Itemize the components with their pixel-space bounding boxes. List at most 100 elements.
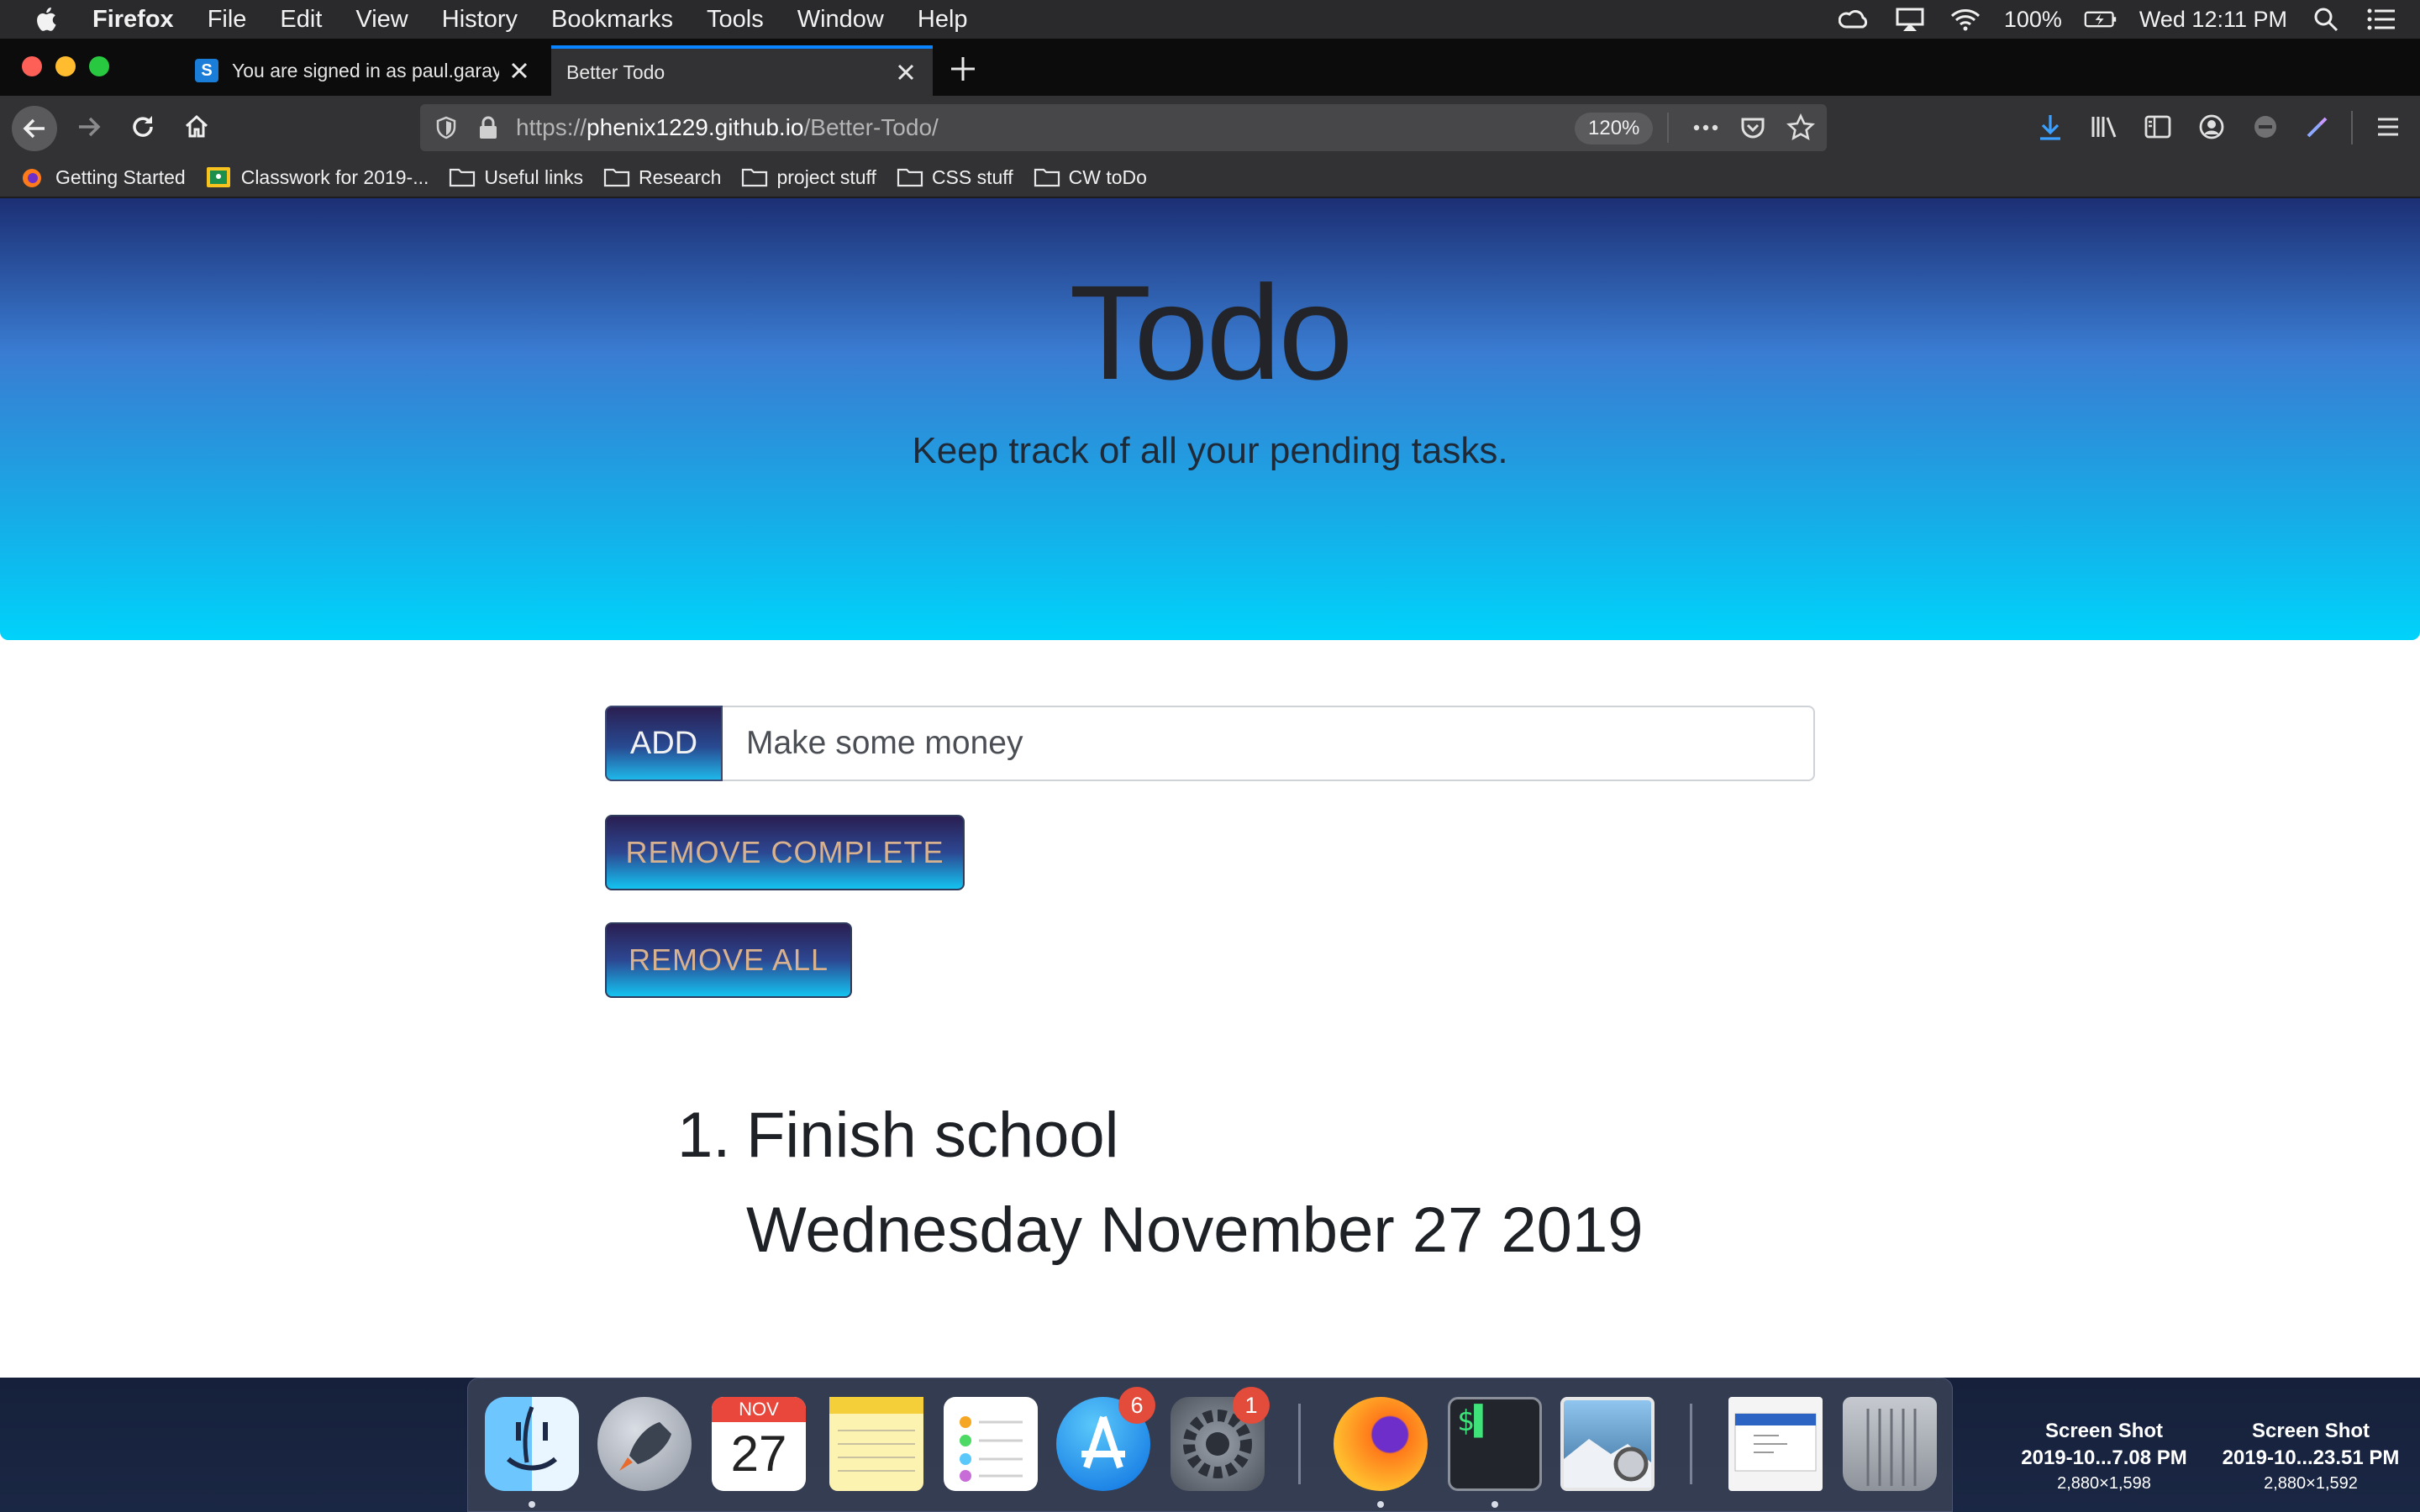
menu-history[interactable]: History — [442, 6, 518, 34]
preview-icon[interactable] — [1560, 1397, 1655, 1491]
window-zoom-button[interactable] — [89, 56, 109, 76]
desktop-file-detail: 2019-10...23.51 PM — [2222, 1446, 2400, 1470]
lock-icon[interactable] — [477, 115, 499, 140]
launchpad-icon[interactable] — [597, 1397, 692, 1491]
bookmark-label: Classwork for 2019-... — [240, 165, 429, 188]
url-text[interactable]: https://phenix1229.github.io/Better-Todo… — [516, 114, 939, 141]
tracking-protection-shield-icon[interactable] — [434, 115, 459, 140]
bookmark-label: Getting Started — [55, 165, 186, 188]
url-domain: phenix1229.github.io — [587, 114, 804, 140]
terminal-icon[interactable]: $▌ — [1448, 1397, 1542, 1491]
folder-icon — [603, 168, 630, 187]
todo-item[interactable]: 1. Finish school Wednesday November 27 2… — [677, 1097, 1854, 1268]
bookmark-folder-cw-todo[interactable]: CW toDo — [1034, 166, 1147, 189]
tab-close-icon[interactable] — [894, 60, 918, 84]
tab-favicon: S — [195, 59, 218, 82]
menu-app-name[interactable]: Firefox — [92, 6, 174, 34]
todo-list: 1. Finish school Wednesday November 27 2… — [677, 1097, 1854, 1268]
navigation-toolbar: https://phenix1229.github.io/Better-Todo… — [0, 96, 2420, 158]
bookmark-classwork[interactable]: Classwork for 2019-... — [206, 166, 429, 189]
url-path: /Better-Todo/ — [803, 114, 939, 140]
menu-tools[interactable]: Tools — [707, 6, 764, 34]
sidebar-icon[interactable] — [2138, 107, 2178, 147]
address-bar[interactable]: https://phenix1229.github.io/Better-Todo… — [420, 104, 1827, 151]
bookmark-label: CW toDo — [1068, 165, 1147, 188]
pocket-icon[interactable] — [1739, 114, 1766, 141]
dock-separator — [1298, 1404, 1301, 1484]
menu-bookmarks[interactable]: Bookmarks — [551, 6, 673, 34]
dock-separator — [1690, 1404, 1692, 1484]
battery-icon[interactable] — [2084, 7, 2118, 32]
downloads-icon[interactable] — [2030, 107, 2070, 147]
bookmark-folder-css-stuff[interactable]: CSS stuff — [897, 166, 1013, 189]
bookmark-label: CSS stuff — [931, 165, 1013, 188]
reminders-icon[interactable] — [944, 1397, 1038, 1491]
add-button[interactable]: ADD — [605, 706, 723, 781]
finder-icon[interactable] — [485, 1397, 579, 1491]
tab-better-todo[interactable]: Better Todo — [551, 45, 933, 96]
colorpicker-extension-icon[interactable] — [2297, 107, 2338, 147]
menu-file[interactable]: File — [208, 6, 247, 34]
bookmark-folder-research[interactable]: Research — [603, 166, 721, 189]
forward-button[interactable] — [69, 107, 109, 147]
firefox-logo-icon — [23, 169, 41, 187]
home-button[interactable] — [176, 107, 217, 147]
menu-view[interactable]: View — [355, 6, 408, 34]
menu-help[interactable]: Help — [918, 6, 968, 34]
zoom-level-badge[interactable]: 120% — [1575, 113, 1654, 144]
todo-date: Wednesday November 27 2019 — [746, 1194, 1644, 1267]
bookmark-getting-started[interactable]: Getting Started — [20, 166, 186, 189]
back-button[interactable] — [12, 106, 57, 151]
url-protocol: https:// — [516, 114, 587, 140]
menu-edit[interactable]: Edit — [280, 6, 322, 34]
firefox-icon[interactable] — [1334, 1397, 1428, 1491]
remove-complete-button[interactable]: REMOVE COMPLETE — [605, 815, 965, 890]
todo-text[interactable]: Finish school — [746, 1097, 1119, 1173]
desktop-file-dimensions: 2,880×1,598 — [2057, 1473, 2151, 1493]
menubar-clock[interactable]: Wed 12:11 PM — [2139, 7, 2287, 33]
screenshot-stack-icon[interactable] — [1728, 1397, 1823, 1491]
spotlight-icon[interactable] — [2309, 7, 2343, 32]
creative-cloud-icon[interactable] — [1838, 7, 1871, 32]
notification-center-icon[interactable] — [2365, 7, 2398, 32]
tab-signed-in[interactable]: S You are signed in as paul.garay — [180, 45, 546, 96]
bookmark-label: Useful links — [484, 165, 584, 188]
page-actions-icon[interactable] — [1691, 115, 1721, 140]
folder-icon — [450, 168, 476, 187]
todo-input[interactable]: Make some money — [723, 706, 1815, 781]
airplay-icon[interactable] — [1893, 7, 1927, 32]
desktop-file-screenshot-1[interactable]: Screen Shot 2019-10...7.08 PM 2,880×1,59… — [1995, 1418, 2213, 1495]
desktop-file-name: Screen Shot — [2251, 1420, 2370, 1442]
page-title: Todo — [1069, 257, 1354, 407]
remove-all-button[interactable]: REMOVE ALL — [605, 922, 852, 998]
tab-title: You are signed in as paul.garay — [232, 59, 499, 81]
bookmark-folder-useful-links[interactable]: Useful links — [449, 166, 583, 189]
new-tab-icon[interactable] — [948, 54, 978, 84]
desktop-file-screenshot-2[interactable]: Screen Shot 2019-10...23.51 PM 2,880×1,5… — [2202, 1418, 2420, 1495]
extension-icon[interactable] — [2245, 107, 2286, 147]
notes-icon[interactable] — [829, 1397, 923, 1491]
account-icon[interactable] — [2191, 107, 2232, 147]
window-close-button[interactable] — [22, 56, 42, 76]
calendar-icon[interactable]: NOV 27 — [712, 1397, 806, 1491]
macos-menubar: Firefox File Edit View History Bookmarks… — [0, 0, 2420, 39]
folder-icon — [742, 168, 768, 187]
hamburger-menu-icon[interactable] — [2368, 107, 2408, 147]
trash-icon[interactable] — [1843, 1397, 1937, 1491]
apple-menu-icon[interactable] — [32, 4, 62, 34]
menubar-status-area: 100% Wed 12:11 PM — [1838, 0, 2420, 39]
tab-close-icon[interactable] — [508, 59, 531, 82]
dock: NOV 27 6 1 $▌ — [467, 1378, 1953, 1512]
reload-button[interactable] — [123, 107, 163, 147]
hero-banner: Todo Keep track of all your pending task… — [0, 198, 2420, 640]
wifi-icon[interactable] — [1949, 7, 1982, 32]
menu-window[interactable]: Window — [797, 6, 884, 34]
todo-number: 1. — [677, 1100, 731, 1171]
terminal-running-indicator — [1491, 1501, 1498, 1508]
window-minimize-button[interactable] — [55, 56, 76, 76]
finder-running-indicator — [529, 1501, 535, 1508]
bookmark-star-icon[interactable] — [1786, 113, 1815, 142]
tab-strip: S You are signed in as paul.garay Better… — [0, 39, 2420, 96]
library-icon[interactable] — [2084, 107, 2124, 147]
bookmark-folder-project-stuff[interactable]: project stuff — [741, 166, 876, 189]
